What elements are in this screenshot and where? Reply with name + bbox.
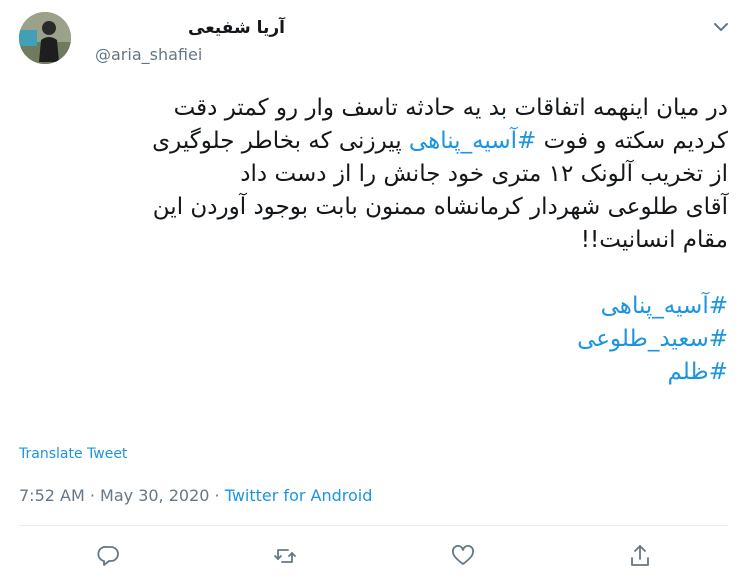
hashtag-link[interactable]: #سعید_طلوعی [23, 323, 728, 356]
hashtag-link[interactable]: #آسیه_پناهی [409, 128, 536, 154]
tweet-time[interactable]: 7:52 AM [19, 486, 85, 505]
tweet-line: کردیم سکته و فوت #آسیه_پناهی پیرزنی که ب… [23, 125, 728, 158]
tweet-source-link[interactable]: Twitter for Android [225, 486, 373, 505]
retweet-icon[interactable] [272, 543, 298, 569]
tweet-line: مقام انسانیت!! [580, 227, 728, 253]
tweet-line: آقای طلوعی شهردار کرمانشاه ممنون بابت بو… [152, 194, 728, 220]
display-name[interactable]: آریا شفیعی [95, 18, 285, 38]
hashtag-link[interactable]: #ظلم [23, 356, 729, 389]
tweet-text: در میان اینهمه اتفاقات بد یه حادثه تاسف … [23, 92, 728, 389]
reply-icon[interactable] [96, 543, 122, 569]
like-icon[interactable] [450, 543, 476, 569]
share-icon[interactable] [627, 543, 653, 569]
tweet-meta: 7:52 AM · May 30, 2020 · Twitter for And… [19, 486, 372, 505]
hashtag-link[interactable]: #آسیه_پناهی [23, 290, 728, 323]
tweet-text-segment: کردیم سکته و فوت [536, 128, 728, 154]
tweet-date[interactable]: May 30, 2020 [100, 486, 209, 505]
chevron-down-icon[interactable] [708, 14, 734, 40]
meta-separator: · [209, 486, 225, 505]
divider [19, 525, 728, 526]
tweet-line: از تخریب آلونک ۱۲ متری خود جانش را از دس… [240, 161, 728, 187]
tweet-line: در میان اینهمه اتفاقات بد یه حادثه تاسف … [173, 95, 728, 121]
tweet-text-segment: پیرزنی که بخاطر جلوگیری [152, 128, 409, 154]
tweet-card: آریا شفیعی @aria_shafiei در میان اینهمه … [0, 0, 748, 587]
meta-separator: · [84, 486, 101, 505]
avatar[interactable] [19, 12, 71, 64]
translate-tweet-link[interactable]: Translate Tweet [19, 446, 127, 462]
user-handle[interactable]: @aria_shafiei [95, 45, 202, 64]
